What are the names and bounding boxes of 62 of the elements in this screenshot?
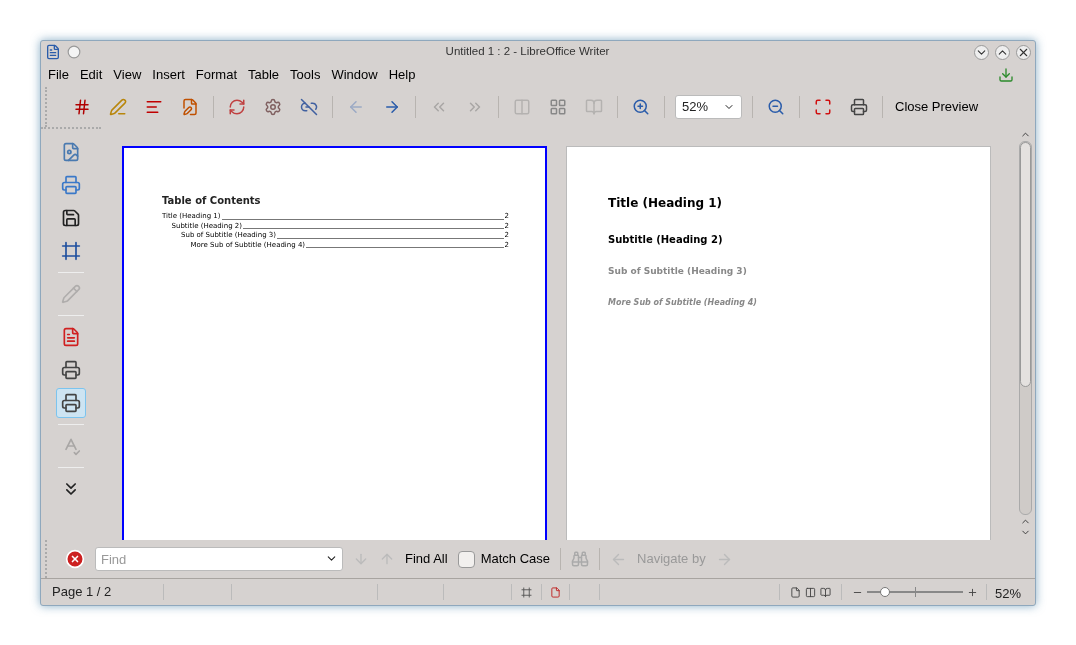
close-preview-button[interactable]: Close Preview (893, 97, 981, 117)
window-title: Untitled 1 : 2 - LibreOffice Writer (444, 44, 611, 60)
document-page[interactable]: Title (Heading 1) Subtitle (Heading 2) Sub of Subtitle (Heading 3) More Sub of Subtitle (Heading 4) (566, 146, 991, 540)
two-pages-icon[interactable] (805, 586, 816, 598)
document-pen-icon (181, 98, 199, 116)
single-page-icon[interactable] (790, 586, 801, 598)
navigate-by-label: Navigate by (637, 550, 706, 569)
maximize-icon[interactable] (995, 44, 1010, 60)
image-document-icon (61, 142, 81, 162)
match-case-checkbox[interactable] (457, 550, 475, 568)
find-field[interactable]: Find (95, 547, 343, 571)
scroll-thumb[interactable] (1019, 142, 1031, 387)
frame-icon (61, 241, 81, 261)
book-icon (585, 98, 603, 116)
menu-item[interactable]: Insert (152, 65, 185, 85)
menu-item[interactable]: Edit (79, 65, 103, 85)
arrow-right-icon (383, 98, 401, 116)
heading-text: Sub of Subtitle (Heading 3) (608, 265, 747, 278)
menu-item[interactable]: Help (388, 65, 416, 85)
printer-icon (61, 175, 81, 195)
page-indicator: Page 1 / 2 (51, 583, 113, 602)
lines-icon (145, 98, 163, 116)
zoom-in-icon (632, 98, 650, 116)
gear-icon (264, 98, 282, 116)
unlink-icon (300, 98, 318, 116)
download-icon[interactable] (998, 67, 1014, 83)
checkbox-label: Match Case (480, 550, 550, 569)
heading-text: Title (Heading 1) (608, 195, 723, 212)
menu-item[interactable]: File (48, 65, 69, 85)
minimize-icon[interactable] (974, 44, 989, 60)
toc-title: Table of Contents (162, 194, 262, 208)
save-icon (61, 208, 81, 228)
pdf-document-icon (61, 327, 81, 347)
menu-item[interactable]: View (113, 65, 142, 85)
hash-icon (73, 98, 91, 116)
document-icon (45, 44, 61, 60)
printer-icon (61, 393, 81, 413)
heading-text: More Sub of Subtitle (Heading 4) (608, 296, 757, 309)
zoom-slider[interactable] (867, 586, 963, 598)
zoom-percentage: 52% (986, 584, 1022, 600)
grid-icon (549, 98, 567, 116)
close-icon[interactable] (1016, 44, 1031, 60)
printer-icon (850, 98, 868, 116)
menu-item[interactable]: Tools (290, 65, 321, 85)
document-modified-icon[interactable] (550, 586, 561, 598)
zoom-dropdown[interactable]: 52% (675, 95, 742, 119)
pen-icon (109, 98, 127, 116)
menu-item[interactable]: Format (195, 65, 237, 85)
zoom-in-icon[interactable] (967, 586, 978, 598)
printer-icon (61, 360, 81, 380)
side-toolbar-button[interactable] (56, 388, 86, 418)
full-screen-icon (814, 98, 832, 116)
heading-text: Subtitle (Heading 2) (608, 233, 723, 247)
pencil-icon (61, 284, 81, 304)
find-all-button[interactable]: Find All (405, 549, 448, 569)
slider-thumb[interactable] (880, 587, 891, 597)
two-pages-icon (513, 98, 531, 116)
menu-item[interactable]: Window (331, 65, 378, 85)
refresh-icon (228, 98, 246, 116)
book-icon[interactable] (820, 586, 831, 598)
menu-item[interactable]: Table (248, 65, 280, 85)
zoom-out-icon (767, 98, 785, 116)
